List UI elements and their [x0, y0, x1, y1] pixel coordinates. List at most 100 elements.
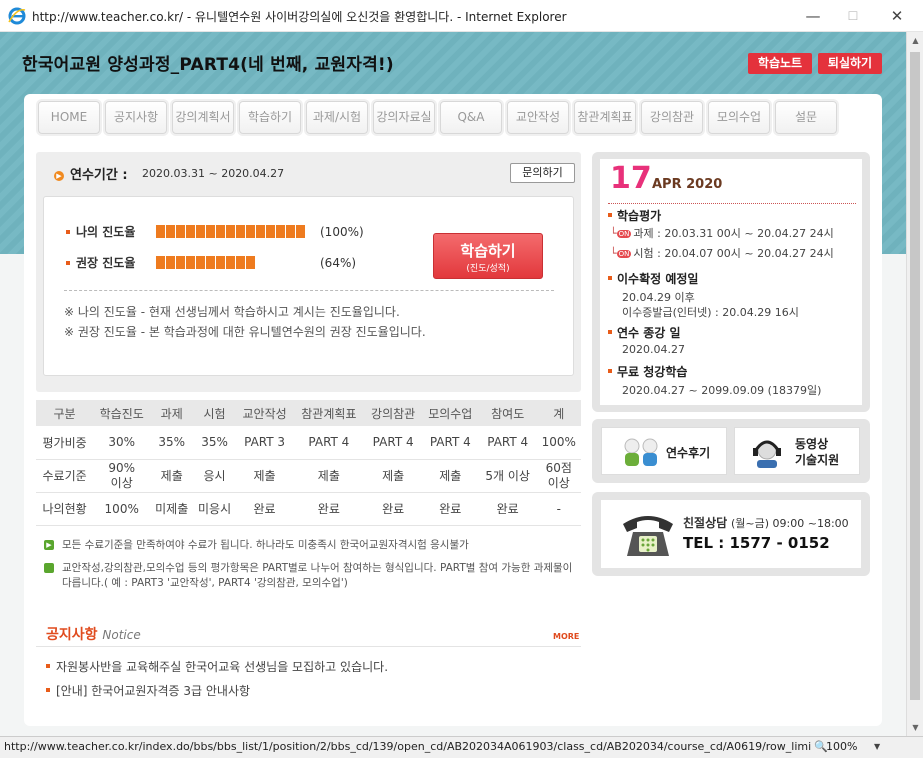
complete-title-text: 이수확정 예정일: [617, 272, 699, 286]
window-titlebar: http://www.teacher.co.kr/ - 유니텔연수원 사이버강의…: [0, 0, 923, 32]
table-cell: 수료기준: [36, 459, 94, 493]
exit-button[interactable]: 퇴실하기: [818, 53, 882, 74]
notice-item[interactable]: [안내] 한국어교원자격증 3급 안내사항: [46, 682, 250, 699]
table-header: 참여도: [478, 400, 537, 426]
tab-notice[interactable]: 공지사항: [105, 101, 167, 134]
tab-observation[interactable]: 강의참관: [641, 101, 703, 134]
headset-icon: [753, 440, 781, 468]
table-header: 교안작성: [236, 400, 294, 426]
arrow-right-icon: ▶: [44, 540, 54, 550]
quick-links-card: 연수후기 동영상 기술지원: [592, 419, 870, 483]
tab-study[interactable]: 학습하기: [239, 101, 301, 134]
tab-assignment-exam[interactable]: 과제/시험: [306, 101, 368, 134]
tab-materials[interactable]: 강의자료실: [373, 101, 435, 134]
tab-observation-plan[interactable]: 참관계획표: [574, 101, 636, 134]
table-cell: PART 4: [421, 426, 479, 460]
table-header: 계: [536, 400, 581, 426]
divider: [64, 290, 554, 291]
tab-syllabus[interactable]: 강의계획서: [172, 101, 234, 134]
tree-branch-icon: └: [610, 227, 617, 240]
table-header: 구분: [36, 400, 94, 426]
bullet-icon: [66, 229, 70, 234]
video-support-button[interactable]: 동영상 기술지원: [734, 427, 860, 475]
review-button[interactable]: 연수후기: [601, 427, 727, 475]
progress-segment: [246, 225, 255, 238]
contact-hours-line: 친절상담 (월~금) 09:00 ~18:00: [683, 514, 849, 531]
progress-segment: [156, 225, 165, 238]
table-cell: 제출: [150, 459, 194, 493]
study-note-button[interactable]: 학습노트: [748, 53, 812, 74]
inquiry-button[interactable]: 문의하기: [510, 163, 575, 183]
table-cell: 35%: [150, 426, 194, 460]
progress-segment: [176, 225, 185, 238]
table-row: 평가비중 30% 35% 35% PART 3 PART 4 PART 4 PA…: [36, 426, 581, 460]
table-cell: 30%: [93, 426, 151, 460]
progress-segment: [156, 256, 165, 269]
progress-segment: [236, 256, 245, 269]
table-cell: PART 3: [236, 426, 294, 460]
info-bullet: ▶ 교안작성,강의참관,모의수업 등의 평가항목은 PART별로 나누어 참여하는…: [37, 561, 574, 591]
schedule-card-inner: 17 APR 2020 학습평가 └ ON 과제 : 20.03.31 00시 ~ …: [600, 159, 862, 405]
table-header: 과제: [150, 400, 194, 426]
notice-title-en: Notice: [102, 628, 141, 642]
end-title-text: 연수 종강 일: [617, 326, 681, 340]
notice-item[interactable]: 자원봉사반을 교육해주실 한국어교육 선생님을 모집하고 있습니다.: [46, 658, 388, 675]
certificate-date: 이수증발급(인터넷) : 20.04.29 16시: [622, 306, 799, 319]
progress-segment: [276, 225, 285, 238]
zoom-level[interactable]: 100%: [826, 737, 857, 757]
progress-segment: [266, 225, 275, 238]
table-cell: 미제출: [150, 492, 194, 526]
tab-home[interactable]: HOME: [38, 101, 100, 134]
eval-title: 학습평가: [608, 207, 661, 224]
tab-qna[interactable]: Q&A: [440, 101, 502, 134]
table-header-row: 구분 학습진도 과제 시험 교안작성 참관계획표 강의참관 모의수업 참여도 계: [36, 400, 581, 426]
exam-period: └ ON 시험 : 20.04.07 00시 ~ 20.04.27 24시: [610, 245, 834, 261]
maximize-button[interactable]: ☐: [833, 4, 873, 28]
recommended-progress-note: ※ 권장 진도율 - 본 학습과정에 대한 유니텔연수원의 권장 진도율입니다.: [64, 325, 426, 339]
table-cell: 5개 이상: [478, 459, 537, 493]
table-cell: 제출: [236, 459, 294, 493]
vertical-scrollbar[interactable]: ▲ ▼: [906, 32, 923, 736]
divider: [36, 646, 581, 647]
minimize-button[interactable]: —: [793, 4, 833, 28]
arrow-right-icon: ▶: [54, 171, 64, 181]
study-button-sublabel: (진도/성적): [466, 264, 510, 274]
table-cell: -: [536, 492, 581, 526]
contact-hours: (월~금) 09:00 ~18:00: [731, 517, 849, 530]
bullet-icon: [46, 664, 50, 668]
table-cell: 나의현황: [36, 492, 94, 526]
recommended-progress-percent: (64%): [320, 255, 357, 270]
progress-segment: [196, 225, 205, 238]
progress-segment: [256, 225, 265, 238]
zoom-dropdown-icon[interactable]: ▼: [874, 737, 880, 757]
tab-mock-class[interactable]: 모의수업: [708, 101, 770, 134]
table-row: 수료기준 90% 이상 제출 응시 제출 제출 제출 제출 5개 이상 60점 …: [36, 459, 581, 493]
table-cell: 60점 이상: [536, 459, 581, 493]
study-button[interactable]: 학습하기 (진도/성적): [433, 233, 543, 279]
info-bullet: ▶ 모든 수료기준을 만족하여야 수료가 됩니다. 하나라도 미충족시 한국어교원…: [44, 538, 574, 553]
table-header: 참관계획표: [293, 400, 365, 426]
exam-period-text: 시험 : 20.04.07 00시 ~ 20.04.27 24시: [633, 247, 834, 260]
tab-survey[interactable]: 설문: [775, 101, 837, 134]
calendar-day: 17: [610, 161, 652, 196]
contact-label: 친절상담: [683, 516, 728, 530]
scroll-down-icon[interactable]: ▼: [907, 719, 923, 736]
recommended-progress-bar: [156, 256, 255, 269]
bullet-icon: [66, 260, 70, 265]
progress-segment: [196, 256, 205, 269]
table-cell: 미응시: [193, 492, 236, 526]
course-title: 한국어교원 양성과정_PART4(네 번째, 교원자격!): [22, 55, 394, 75]
scrollbar-thumb[interactable]: [910, 52, 920, 700]
close-button[interactable]: ✕: [877, 4, 917, 28]
progress-segment: [226, 256, 235, 269]
table-row: 나의현황 100% 미제출 미응시 완료 완료 완료 완료 완료 -: [36, 492, 581, 526]
notice-item-text: 자원봉사반을 교육해주실 한국어교육 선생님을 모집하고 있습니다.: [56, 660, 389, 674]
end-title: 연수 종강 일: [608, 324, 681, 341]
tab-lesson-plan[interactable]: 교안작성: [507, 101, 569, 134]
bullet-icon: [608, 213, 612, 217]
progress-segment: [226, 225, 235, 238]
notice-more-link[interactable]: MORE: [553, 632, 579, 641]
table-cell: 완료: [236, 492, 294, 526]
progress-segment: [176, 256, 185, 269]
scroll-up-icon[interactable]: ▲: [907, 32, 923, 49]
